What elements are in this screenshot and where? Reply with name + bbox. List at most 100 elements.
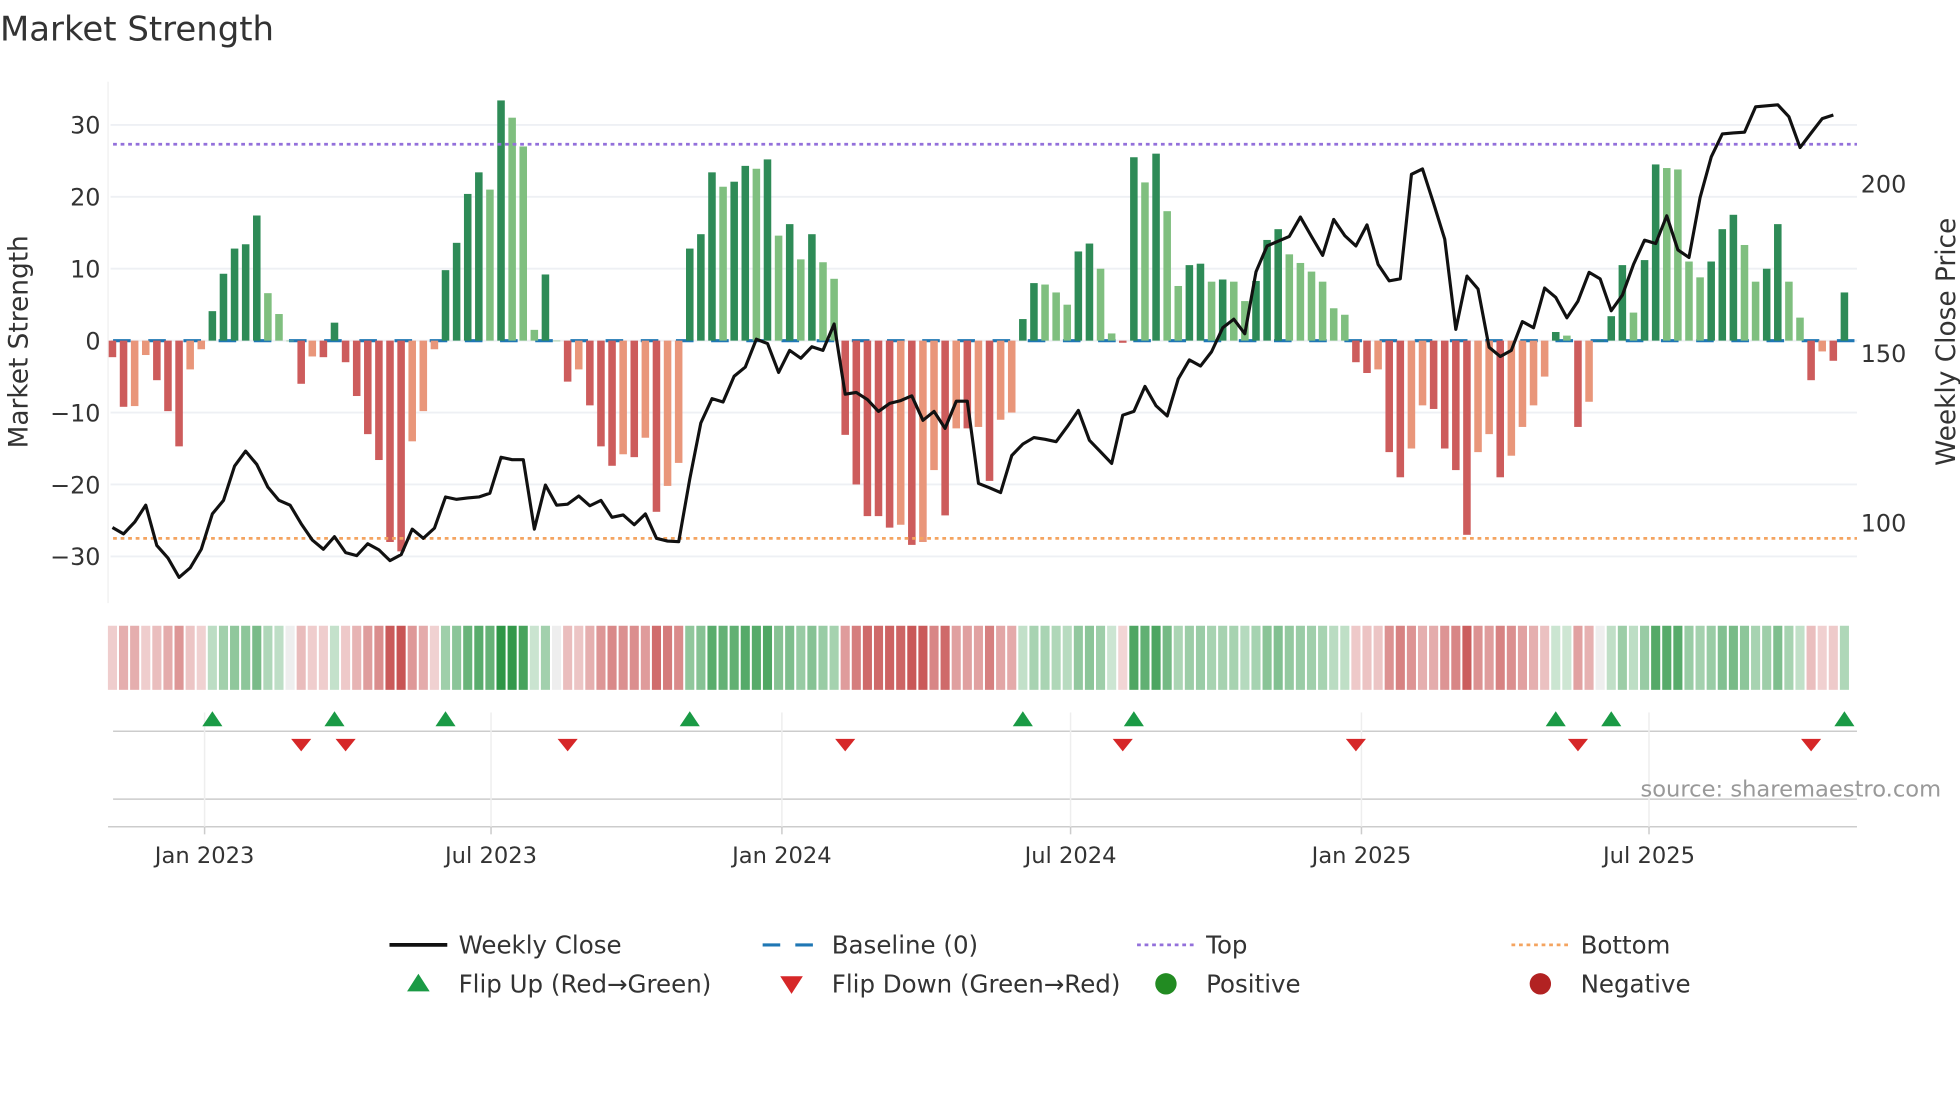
- strength-bar: [386, 340, 394, 543]
- heat-cell: [1073, 625, 1083, 690]
- strength-bar: [1296, 262, 1305, 341]
- heat-cell: [1628, 625, 1639, 690]
- strength-bar: [896, 340, 905, 525]
- flip-down-marker: [557, 738, 578, 752]
- heat-cell: [1795, 625, 1805, 690]
- y2-tick-label: 200: [1861, 170, 1907, 198]
- flip-panel-grid: [108, 712, 1857, 828]
- strength-bar: [319, 340, 328, 358]
- strength-bar: [297, 340, 305, 384]
- heat-cell: [1606, 625, 1616, 690]
- strength-bar: [1107, 333, 1116, 341]
- strength-bar: [275, 314, 283, 341]
- strength-bar: [1651, 164, 1660, 341]
- flip-up-marker: [1545, 711, 1566, 727]
- heat-cell: [918, 625, 928, 690]
- strength-bar: [708, 172, 716, 341]
- heat-cell: [363, 625, 373, 690]
- strength-bar: [974, 340, 983, 427]
- strength-bar: [1307, 271, 1316, 341]
- heat-cell: [518, 625, 528, 690]
- flip-down-marker: [1345, 738, 1366, 752]
- heat-cell: [207, 625, 217, 690]
- legend-label: Bottom: [1581, 931, 1671, 960]
- heat-cell: [1739, 625, 1750, 690]
- legend-label: Top: [1205, 931, 1247, 960]
- y-tick-label: −10: [50, 399, 100, 427]
- heat-cell: [296, 625, 306, 690]
- strength-bar: [308, 340, 317, 357]
- strength-bar: [1685, 261, 1693, 341]
- strength-bar: [608, 340, 616, 466]
- heat-cell: [1373, 625, 1383, 690]
- heat-cell: [1295, 625, 1305, 690]
- strength-bar: [1063, 304, 1072, 341]
- heat-cell: [263, 625, 273, 690]
- strength-bar: [1674, 169, 1682, 341]
- strength-bar: [774, 235, 783, 341]
- strength-bar: [1452, 340, 1460, 471]
- y2-axis-ticks: 200 150 100: [1861, 170, 1907, 537]
- strength-bar: [1807, 340, 1815, 381]
- strength-bar: [1285, 254, 1294, 341]
- x-tick-label: Jul 2024: [1023, 843, 1117, 869]
- y-axis-ticks: 30 20 10 0 −10 −20 −30: [50, 112, 100, 572]
- strength-bar: [1207, 281, 1216, 341]
- strength-bar: [752, 168, 761, 341]
- strength-bar: [441, 270, 450, 341]
- heat-cell: [429, 625, 439, 690]
- flip-up-marker: [679, 711, 700, 727]
- heat-cell: [1040, 625, 1050, 690]
- strength-bar: [475, 172, 483, 341]
- heat-cell: [818, 625, 828, 690]
- strength-bar: [497, 100, 505, 341]
- heat-cell: [540, 625, 550, 690]
- strength-bar: [264, 293, 272, 341]
- y2-tick-label: 100: [1861, 510, 1907, 538]
- strength-bar: [1007, 340, 1016, 413]
- source-note: source: sharemaestro.com: [1640, 777, 1941, 803]
- heat-cell: [1329, 625, 1339, 690]
- flip-down-marker: [835, 738, 856, 752]
- strength-bar: [719, 186, 727, 341]
- legend-label: Negative: [1581, 970, 1691, 999]
- heat-cell: [807, 625, 817, 690]
- heat-cell: [1473, 625, 1483, 690]
- heat-cell: [1584, 625, 1594, 690]
- heat-cell: [1695, 625, 1705, 690]
- strength-bar: [253, 215, 261, 341]
- y2-tick-label: 150: [1861, 340, 1907, 368]
- heat-cell: [218, 625, 229, 690]
- strength-bar: [1829, 340, 1838, 361]
- strength-bar: [1762, 268, 1771, 341]
- heat-cell: [374, 625, 384, 690]
- heat-cell: [1462, 625, 1472, 690]
- x-axis-ticks: Jan 2023 Jul 2023 Jan 2024 Jul 2024 Jan 2025…: [153, 826, 1695, 869]
- heat-cell: [563, 625, 573, 690]
- strength-bar: [463, 193, 472, 341]
- strength-bar: [1152, 153, 1160, 341]
- heat-cell: [751, 625, 761, 690]
- strength-bar: [674, 340, 683, 463]
- heat-cell: [1251, 625, 1261, 690]
- heat-cell: [1817, 625, 1827, 690]
- heat-cell: [1662, 625, 1672, 690]
- strength-bar: [230, 248, 239, 341]
- heat-cell: [1062, 625, 1072, 690]
- flip-down-marker: [1112, 738, 1133, 752]
- chart-title: Market Strength: [0, 9, 274, 48]
- strength-bar: [108, 340, 117, 358]
- heat-cell: [707, 625, 717, 690]
- heat-cell: [485, 625, 495, 690]
- heat-cell: [851, 625, 861, 690]
- heat-cell: [329, 625, 340, 690]
- strength-bar: [630, 340, 639, 458]
- heat-cell: [1362, 625, 1372, 690]
- heat-cell: [1240, 625, 1250, 690]
- heat-cell: [1273, 625, 1283, 690]
- strength-bar: [952, 340, 960, 429]
- heat-cell: [551, 625, 562, 690]
- strength-bar: [1318, 281, 1327, 341]
- strength-bar: [186, 340, 194, 370]
- y-tick-label: −20: [50, 471, 100, 499]
